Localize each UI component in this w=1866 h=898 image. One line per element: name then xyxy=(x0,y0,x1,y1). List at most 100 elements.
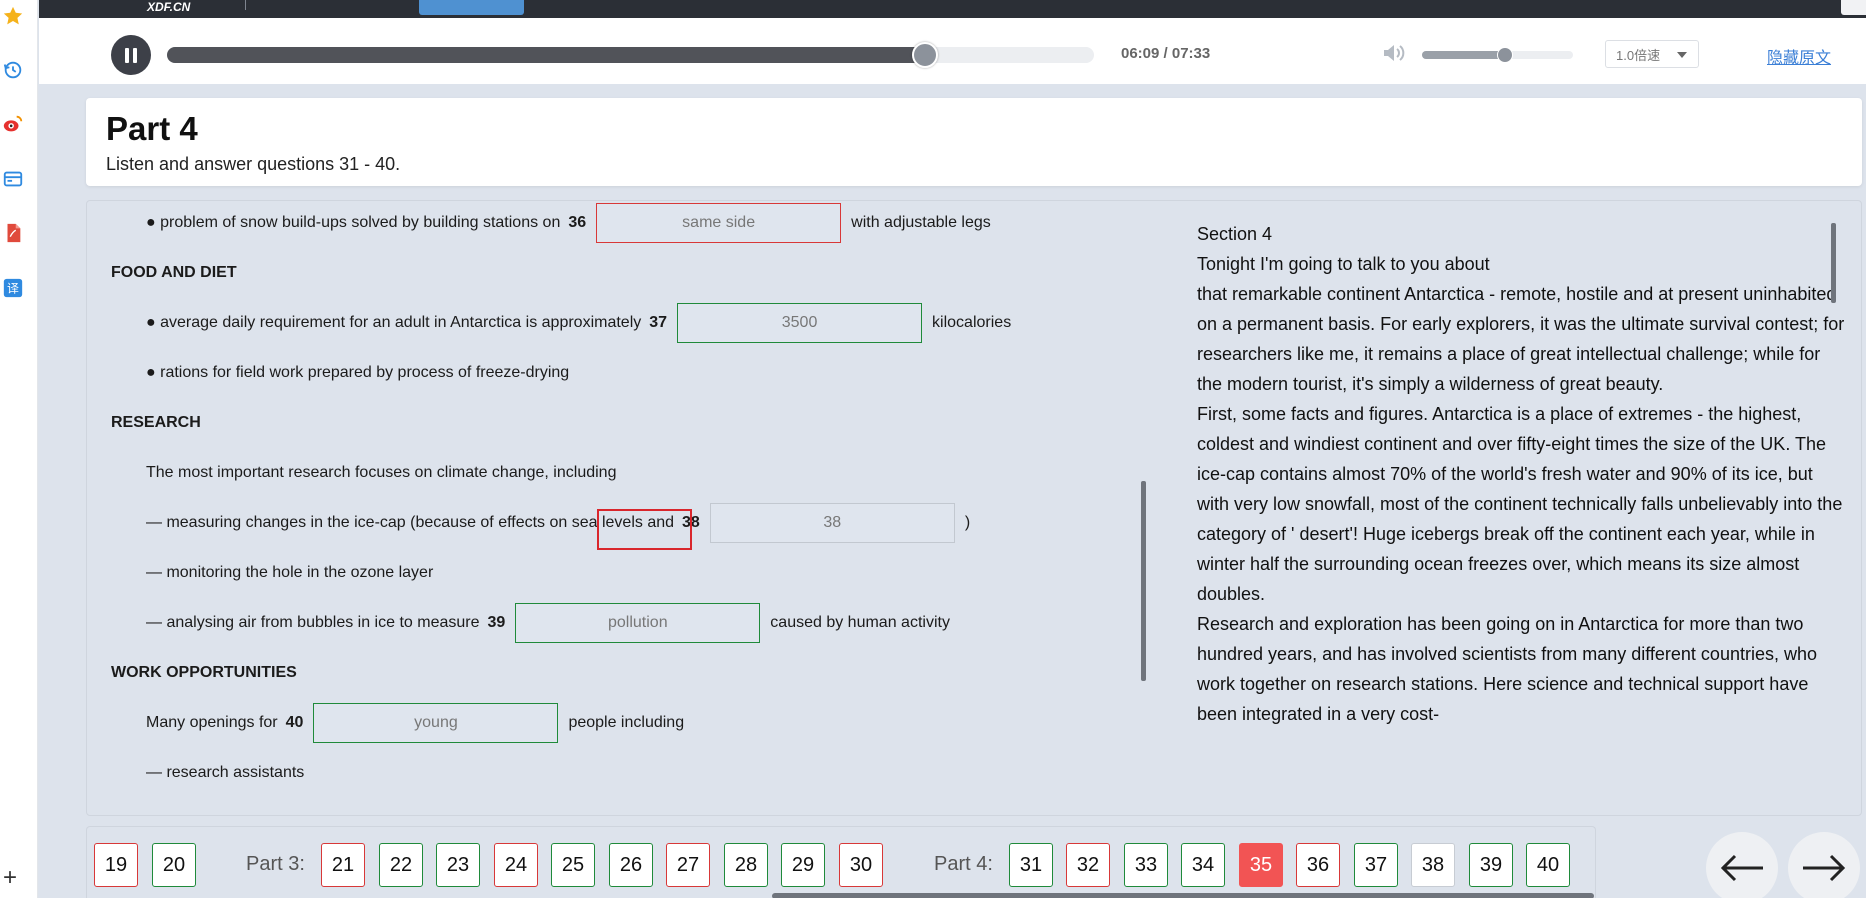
pause-button[interactable] xyxy=(111,35,151,75)
question-39: — analysing air from bubbles in ice to m… xyxy=(146,603,950,643)
question-number: 36 xyxy=(568,214,587,231)
statement: The most important research focuses on c… xyxy=(146,464,617,481)
question-text: Many openings for xyxy=(146,714,278,731)
question-nav-button[interactable]: 20 xyxy=(152,843,196,887)
question-number: 40 xyxy=(285,714,304,731)
question-nav-button[interactable]: 26 xyxy=(609,843,653,887)
audio-player: 06:09 / 07:33 1.0倍速 隐藏原文 xyxy=(39,18,1866,84)
hide-transcript-link[interactable]: 隐藏原文 xyxy=(1767,44,1831,68)
question-text: ) xyxy=(964,514,971,531)
time-display: 06:09 / 07:33 xyxy=(1121,45,1211,62)
volume-knob[interactable] xyxy=(1497,47,1514,63)
question-nav-button[interactable]: 22 xyxy=(379,843,423,887)
transcript-paragraph: Tonight I'm going to talk to you about xyxy=(1197,254,1490,274)
question-area: ● problem of snow build-ups solved by bu… xyxy=(87,201,1177,815)
page-title: Part 4 xyxy=(106,110,198,147)
section-heading: FOOD AND DIET xyxy=(111,264,237,281)
main-panel: ● problem of snow build-ups solved by bu… xyxy=(86,200,1862,816)
question-text: people including xyxy=(568,714,685,731)
translate-icon[interactable]: 译 xyxy=(1,276,25,300)
top-header-bar: XDF.CN xyxy=(39,0,1866,18)
instructions: Listen and answer questions 31 - 40. xyxy=(106,154,401,174)
answer-field-39[interactable]: pollution xyxy=(515,603,761,643)
question-nav-button[interactable]: 39 xyxy=(1469,843,1513,887)
question-nav-button[interactable]: 23 xyxy=(436,843,480,887)
left-toolbar: 译 + xyxy=(0,0,38,898)
header-right-button[interactable] xyxy=(1841,0,1866,15)
question-nav-button[interactable]: 30 xyxy=(839,843,883,887)
question-nav-button[interactable]: 21 xyxy=(321,843,365,887)
section-heading: RESEARCH xyxy=(111,414,201,431)
history-icon[interactable] xyxy=(1,58,25,82)
pause-icon-bar xyxy=(133,47,137,63)
question-37: ● average daily requirement for an adult… xyxy=(146,303,1011,343)
transcript-paragraph: that remarkable continent Antarctica - r… xyxy=(1197,284,1845,394)
question-40: Many openings for 40 young people includi… xyxy=(146,703,684,743)
question-text: ● average daily requirement for an adult… xyxy=(146,314,642,331)
navigator-scrollbar[interactable] xyxy=(772,893,1594,898)
next-button[interactable] xyxy=(1788,832,1860,898)
weibo-icon[interactable] xyxy=(1,112,25,136)
answer-field-40[interactable]: young xyxy=(313,703,559,743)
text-highlight-box xyxy=(597,509,692,550)
question-nav-button[interactable]: 27 xyxy=(666,843,710,887)
question-nav-button[interactable]: 24 xyxy=(494,843,538,887)
question-nav-button[interactable]: 40 xyxy=(1526,843,1570,887)
logo: XDF.CN xyxy=(147,0,191,14)
progress-fill xyxy=(167,47,926,63)
speed-select[interactable]: 1.0倍速 xyxy=(1605,40,1699,68)
previous-button[interactable] xyxy=(1706,832,1778,898)
section-heading: WORK OPPORTUNITIES xyxy=(111,664,297,681)
arrow-left-icon xyxy=(1720,854,1763,882)
arrow-right-icon xyxy=(1803,854,1846,882)
card-icon[interactable] xyxy=(1,167,25,191)
transcript-scrollbar[interactable] xyxy=(1831,223,1836,303)
question-number: 37 xyxy=(649,314,668,331)
part-3-label: Part 3: xyxy=(246,853,305,875)
audio-progress-slider[interactable] xyxy=(167,42,1094,68)
pause-icon xyxy=(125,47,129,63)
question-navigator: 19 20 Part 3: 21 22 23 24 25 26 27 28 29… xyxy=(86,826,1596,898)
question-nav-button[interactable]: 38 xyxy=(1411,843,1455,887)
header-divider xyxy=(245,0,246,10)
answer-field-38[interactable]: 38 xyxy=(709,503,955,543)
question-nav-button[interactable]: 35 xyxy=(1239,843,1283,887)
transcript-paragraph: Research and exploration has been going … xyxy=(1197,614,1817,724)
question-nav-button[interactable]: 29 xyxy=(781,843,825,887)
statement: ● rations for field work prepared by pro… xyxy=(146,364,570,381)
question-nav-button[interactable]: 28 xyxy=(724,843,768,887)
question-nav-button[interactable]: 31 xyxy=(1009,843,1053,887)
question-text: with adjustable legs xyxy=(851,214,991,231)
question-nav-button[interactable]: 34 xyxy=(1181,843,1225,887)
progress-knob[interactable] xyxy=(912,42,939,68)
transcript-paragraph: First, some facts and figures. Antarctic… xyxy=(1197,404,1843,604)
volume-icon[interactable] xyxy=(1382,43,1406,68)
statement: — monitoring the hole in the ozone layer xyxy=(146,564,434,581)
pdf-icon[interactable] xyxy=(1,221,25,245)
transcript-paragraph: Section 4 xyxy=(1197,224,1273,244)
svg-text:译: 译 xyxy=(7,282,19,296)
speed-value: 1.0倍速 xyxy=(1616,47,1661,63)
add-icon[interactable]: + xyxy=(3,866,17,890)
question-nav-button[interactable]: 25 xyxy=(551,843,595,887)
star-icon[interactable] xyxy=(1,4,25,28)
question-text: — analysing air from bubbles in ice to m… xyxy=(146,614,480,631)
question-text: ● problem of snow build-ups solved by bu… xyxy=(146,214,561,231)
volume-fill xyxy=(1422,51,1506,59)
part-header: Part 4 Listen and answer questions 31 - … xyxy=(86,98,1862,186)
volume-slider[interactable] xyxy=(1422,47,1573,63)
question-nav-button[interactable]: 36 xyxy=(1296,843,1340,887)
question-nav-button[interactable]: 33 xyxy=(1124,843,1168,887)
answer-field-36[interactable]: same side xyxy=(596,203,842,243)
question-text: caused by human activity xyxy=(770,614,950,631)
header-active-tab[interactable] xyxy=(419,0,524,15)
chevron-down-icon xyxy=(1677,52,1687,58)
question-text: — measuring changes in the ice-cap (beca… xyxy=(146,514,675,531)
answer-field-37[interactable]: 3500 xyxy=(677,303,923,343)
question-nav-button[interactable]: 37 xyxy=(1354,843,1398,887)
questions-scrollbar[interactable] xyxy=(1141,481,1146,681)
question-nav-button[interactable]: 19 xyxy=(94,843,138,887)
statement: — research assistants xyxy=(146,764,305,781)
question-nav-button[interactable]: 32 xyxy=(1066,843,1110,887)
question-38: — measuring changes in the ice-cap (beca… xyxy=(146,503,970,543)
